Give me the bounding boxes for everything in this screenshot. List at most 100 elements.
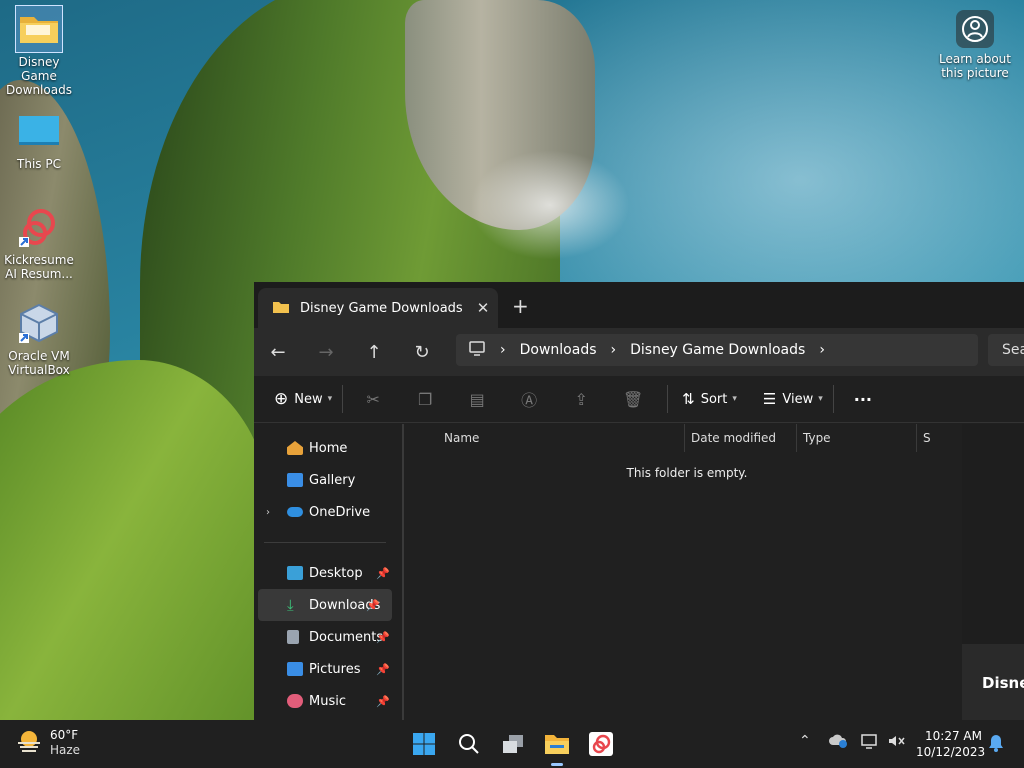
back-button[interactable]: ← bbox=[254, 342, 302, 363]
desktop-icon-virtualbox[interactable]: Oracle VM VirtualBox bbox=[0, 300, 78, 377]
tab-disney-game-downloads[interactable]: Disney Game Downloads ✕ bbox=[258, 288, 498, 328]
desktop-icon-this-pc[interactable]: This PC bbox=[0, 108, 78, 171]
rename-button[interactable]: Ⓐ bbox=[505, 387, 553, 411]
view-label: View bbox=[782, 391, 814, 407]
folder-icon bbox=[15, 5, 63, 53]
arrow-up-icon: ↑ bbox=[366, 341, 382, 363]
notifications-button[interactable] bbox=[988, 734, 1004, 756]
desktop-icon-label: Oracle VM VirtualBox bbox=[8, 349, 70, 377]
breadcrumb-downloads[interactable]: Downloads bbox=[520, 342, 597, 358]
folder-icon bbox=[272, 299, 290, 318]
camera-icon bbox=[956, 10, 994, 48]
taskbar-kickresume[interactable] bbox=[587, 730, 615, 758]
sort-button[interactable]: ⇅ Sort ▾ bbox=[682, 390, 737, 408]
virtualbox-icon bbox=[16, 300, 62, 346]
gallery-icon bbox=[287, 473, 303, 487]
nav-label: Desktop bbox=[309, 565, 363, 581]
chevron-right-icon[interactable]: › bbox=[266, 507, 270, 518]
nav-item-desktop[interactable]: Desktop 📌 bbox=[254, 557, 402, 589]
new-tab-button[interactable]: + bbox=[512, 294, 529, 318]
new-button[interactable]: ⊕ New ▾ bbox=[274, 389, 332, 409]
learn-label: Learn about this picture bbox=[939, 52, 1011, 80]
show-hidden-icons-button[interactable]: ⌃ bbox=[799, 733, 811, 749]
command-bar: ⊕ New ▾ ✂ ❐ ▤ Ⓐ ⇪ 🗑 ⇅ Sort ▾ ☰ View ▾ ··… bbox=[254, 376, 1024, 423]
close-tab-button[interactable]: ✕ bbox=[468, 299, 498, 317]
forward-button[interactable]: → bbox=[302, 342, 350, 363]
sort-label: Sort bbox=[700, 391, 728, 407]
navigation-pane: Home Gallery › OneDrive Desktop 📌 ⤓ Down… bbox=[254, 424, 404, 720]
nav-item-pictures[interactable]: Pictures 📌 bbox=[254, 653, 402, 685]
search-input[interactable]: Sea bbox=[988, 334, 1024, 366]
desktop-icon-label: Kickresume AI Resum... bbox=[4, 253, 74, 281]
system-clock[interactable]: 10:27 AM 10/12/2023 bbox=[916, 728, 985, 760]
nav-item-documents[interactable]: Documents 📌 bbox=[254, 621, 402, 653]
computer-icon bbox=[468, 340, 486, 360]
sort-icon: ⇅ bbox=[682, 390, 695, 408]
rename-icon: Ⓐ bbox=[521, 391, 538, 410]
column-type[interactable]: Type bbox=[797, 424, 917, 452]
paste-button[interactable]: ▤ bbox=[453, 390, 501, 409]
desktop-icon-kickresume[interactable]: Kickresume AI Resum... bbox=[0, 204, 78, 281]
nav-item-home[interactable]: Home bbox=[254, 432, 402, 464]
scissors-icon: ✂ bbox=[366, 389, 380, 409]
nav-item-downloads[interactable]: ⤓ Downloads 📌 bbox=[258, 589, 392, 621]
chevron-down-icon: ▾ bbox=[818, 394, 823, 404]
chevron-right-icon[interactable]: › bbox=[819, 342, 825, 358]
desktop-icon-disney-game-downloads[interactable]: Disney Game Downloads bbox=[0, 5, 78, 97]
cut-button[interactable]: ✂ bbox=[349, 390, 397, 409]
arrow-right-icon: → bbox=[318, 341, 334, 363]
breadcrumb-disney-game-downloads[interactable]: Disney Game Downloads bbox=[630, 342, 805, 358]
nav-label: Documents bbox=[309, 629, 384, 645]
kickresume-icon bbox=[589, 732, 613, 756]
start-button[interactable] bbox=[410, 730, 438, 758]
nav-item-music[interactable]: Music 📌 bbox=[254, 685, 402, 717]
monitor-icon bbox=[16, 108, 62, 154]
column-name[interactable]: Name bbox=[412, 424, 685, 452]
toolbar-separator bbox=[832, 385, 834, 413]
nav-label: OneDrive bbox=[309, 504, 371, 520]
arrow-left-icon: ← bbox=[270, 341, 286, 363]
chevron-down-icon: ▾ bbox=[732, 394, 737, 404]
address-bar[interactable]: › Downloads › Disney Game Downloads › bbox=[456, 334, 978, 366]
pin-icon: 📌 bbox=[376, 566, 390, 580]
speaker-muted-icon bbox=[889, 736, 905, 746]
document-icon bbox=[287, 630, 299, 644]
weather-temperature: 60°F bbox=[50, 728, 79, 742]
learn-about-picture[interactable]: Learn about this picture bbox=[938, 10, 1012, 80]
folder-icon bbox=[545, 735, 569, 754]
file-list: Name Date modified Type S This folder is… bbox=[412, 424, 962, 720]
column-date-modified[interactable]: Date modified bbox=[685, 424, 797, 452]
volume-tray-icon[interactable] bbox=[887, 733, 905, 753]
toolbar-separator bbox=[667, 385, 669, 413]
file-explorer-window: Disney Game Downloads ✕ + ← → ↑ ↻ › Down… bbox=[254, 282, 1024, 720]
more-options-button[interactable]: ··· bbox=[854, 390, 872, 409]
share-button[interactable]: ⇪ bbox=[557, 390, 605, 409]
column-size[interactable]: S bbox=[917, 424, 943, 452]
column-headers: Name Date modified Type S bbox=[412, 424, 962, 452]
up-button[interactable]: ↑ bbox=[350, 342, 398, 363]
taskbar-file-explorer[interactable] bbox=[543, 730, 571, 758]
taskbar: 60°F Haze ⌃ 10:27 AM 10/12/2023 bbox=[0, 720, 1024, 768]
view-button[interactable]: ☰ View ▾ bbox=[763, 390, 823, 408]
share-icon: ⇪ bbox=[574, 389, 588, 409]
refresh-button[interactable]: ↻ bbox=[398, 342, 446, 363]
chevron-right-icon: › bbox=[500, 342, 506, 358]
nav-item-onedrive[interactable]: › OneDrive bbox=[254, 496, 402, 528]
wallpaper-foam bbox=[470, 150, 630, 260]
delete-button[interactable]: 🗑 bbox=[609, 390, 657, 409]
empty-folder-message: This folder is empty. bbox=[626, 466, 748, 480]
nav-item-gallery[interactable]: Gallery bbox=[254, 464, 402, 496]
view-list-icon: ☰ bbox=[762, 390, 777, 408]
download-icon: ⤓ bbox=[287, 596, 294, 614]
haze-sun-icon bbox=[16, 729, 42, 757]
weather-widget[interactable]: 60°F Haze bbox=[16, 728, 80, 758]
task-view-button[interactable] bbox=[499, 730, 527, 758]
onedrive-tray-icon[interactable] bbox=[829, 733, 849, 753]
search-button[interactable] bbox=[455, 730, 483, 758]
home-icon bbox=[287, 441, 303, 455]
copy-button[interactable]: ❐ bbox=[401, 390, 449, 409]
new-label: New bbox=[294, 391, 323, 407]
network-tray-icon[interactable] bbox=[860, 733, 878, 753]
task-view-icon bbox=[503, 735, 523, 753]
nav-divider bbox=[264, 542, 386, 543]
